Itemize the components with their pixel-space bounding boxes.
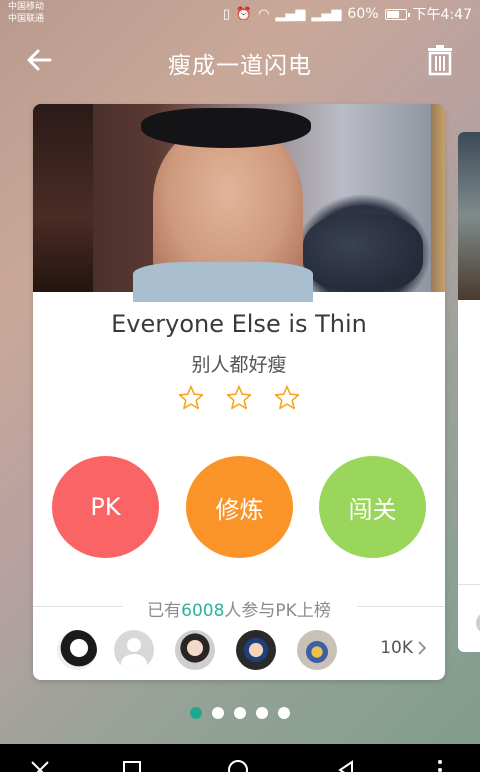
battery-icon xyxy=(384,8,410,20)
next-card-image xyxy=(458,132,480,300)
page-dot[interactable] xyxy=(212,707,224,719)
page-title: 瘦成一道闪电 xyxy=(168,53,312,79)
page-dot[interactable] xyxy=(256,707,268,719)
avatar xyxy=(476,612,480,634)
signal-2g-icon: ▂▄▆ xyxy=(311,6,342,22)
avatar[interactable] xyxy=(236,630,276,670)
divider xyxy=(458,584,480,585)
clock: 下午4:47 xyxy=(412,7,472,23)
carrier-2: 中国联通 xyxy=(8,14,45,24)
avatar[interactable] xyxy=(114,630,154,670)
pk-button[interactable]: PK xyxy=(52,456,159,558)
chevron-right-icon xyxy=(418,641,427,655)
participants-prefix: 已有 xyxy=(147,601,182,621)
back-triangle-icon[interactable] xyxy=(334,758,358,772)
challenge-button[interactable]: 闯关 xyxy=(319,456,426,558)
header: 瘦成一道闪电 xyxy=(0,28,480,92)
page-dot[interactable] xyxy=(278,707,290,719)
avatar[interactable] xyxy=(175,630,215,670)
participant-avatars: 10K xyxy=(57,630,427,672)
participants-text: 已有6008人参与PK上榜 xyxy=(33,596,445,621)
status-bar: 中国移动 中国联通 ▯ ⏰ ◠ ▂▄▆ ▂▄▆ 60% 下午4:47 xyxy=(0,0,480,28)
signal-4g-icon: ▂▄▆ xyxy=(275,6,306,22)
star-icon xyxy=(178,385,204,410)
page-dot[interactable] xyxy=(190,707,202,719)
divider xyxy=(357,606,445,607)
close-icon[interactable] xyxy=(28,758,52,772)
participants-row: 已有6008人参与PK上榜 xyxy=(33,596,445,621)
avatar[interactable] xyxy=(297,630,337,670)
carrier-1: 中国移动 xyxy=(8,2,45,12)
more-options-icon[interactable] xyxy=(428,758,452,772)
action-buttons: PK 修炼 闯关 xyxy=(52,456,426,558)
recent-apps-icon[interactable] xyxy=(120,758,144,772)
practice-button[interactable]: 修炼 xyxy=(186,456,293,558)
participants-count: 6008 xyxy=(181,601,225,621)
alarm-icon: ⏰ xyxy=(235,6,253,22)
page-indicator xyxy=(0,707,480,719)
carrier-info: 中国移动 中国联通 xyxy=(8,1,44,25)
status-icons: ▯ ⏰ ◠ ▂▄▆ ▂▄▆ 60% 下午4:47 xyxy=(223,4,472,24)
challenge-card: Everyone Else is Thin 别人都好瘦 PK 修炼 闯关 已有6… xyxy=(33,104,445,680)
star-icon xyxy=(226,385,252,410)
avatar[interactable] xyxy=(57,630,97,670)
system-nav-bar xyxy=(0,744,480,772)
more-participants-link[interactable]: 10K xyxy=(380,638,427,658)
trash-icon xyxy=(428,45,452,76)
battery-percent: 60% xyxy=(347,6,379,22)
next-card-peek[interactable] xyxy=(458,132,480,652)
home-icon[interactable] xyxy=(226,758,250,772)
card-title-en: Everyone Else is Thin xyxy=(111,310,367,338)
wifi-icon: ◠ xyxy=(258,6,270,22)
star-icon xyxy=(274,385,300,410)
cover-image xyxy=(33,104,445,302)
participants-suffix: 人参与PK上榜 xyxy=(224,601,331,621)
page-dot[interactable] xyxy=(234,707,246,719)
card-title-cn: 别人都好瘦 xyxy=(191,354,287,376)
vibrate-icon: ▯ xyxy=(222,6,230,22)
star-rating xyxy=(33,384,445,412)
delete-button[interactable] xyxy=(424,42,456,78)
more-count: 10K xyxy=(380,638,413,658)
